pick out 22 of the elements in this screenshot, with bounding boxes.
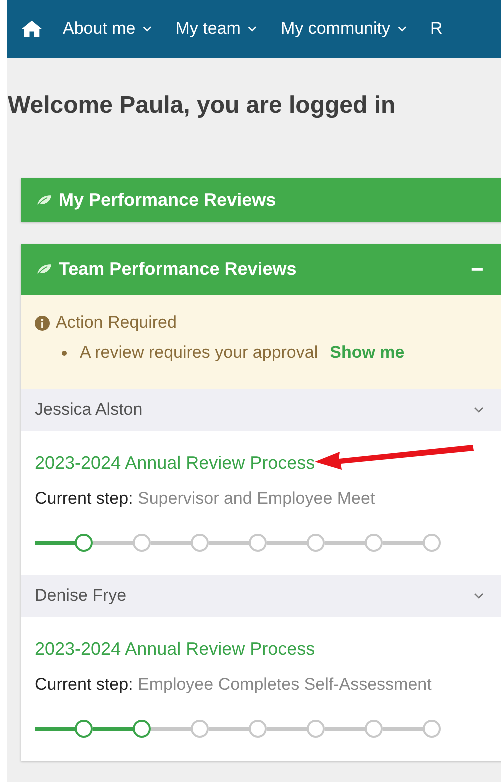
alert-title: Action Required	[56, 313, 177, 333]
panel-title: Team Performance Reviews	[59, 259, 297, 280]
chevron-down-icon	[474, 407, 484, 413]
nav-menu-item[interactable]: R	[430, 19, 443, 39]
leaf-icon	[35, 194, 53, 206]
employee-name: Denise Frye	[35, 586, 127, 606]
info-icon	[35, 316, 50, 330]
chevron-down-icon	[474, 593, 484, 599]
nav-menu-item[interactable]: My team	[176, 19, 257, 39]
leaf-icon	[35, 263, 53, 276]
welcome-heading: Welcome Paula, you are logged in	[8, 91, 397, 121]
current-step-text: Current step: Employee Completes Self-Assessment	[35, 675, 433, 695]
bullet-dot	[62, 350, 67, 356]
home-icon[interactable]	[21, 20, 43, 38]
current-step-text: Current step: Supervisor and Employee Meet	[35, 489, 376, 509]
panel-title: My Performance Reviews	[59, 190, 276, 210]
employee-name: Jessica Alston	[35, 400, 143, 420]
employee-row[interactable]: Jessica Alston	[21, 389, 501, 431]
employee-row[interactable]: Denise Frye	[21, 575, 501, 617]
nav-menu-item[interactable]: My community	[280, 19, 407, 39]
alert-message: A review requires your approval	[80, 343, 318, 363]
nav-menu-item[interactable]: About me	[63, 19, 152, 39]
